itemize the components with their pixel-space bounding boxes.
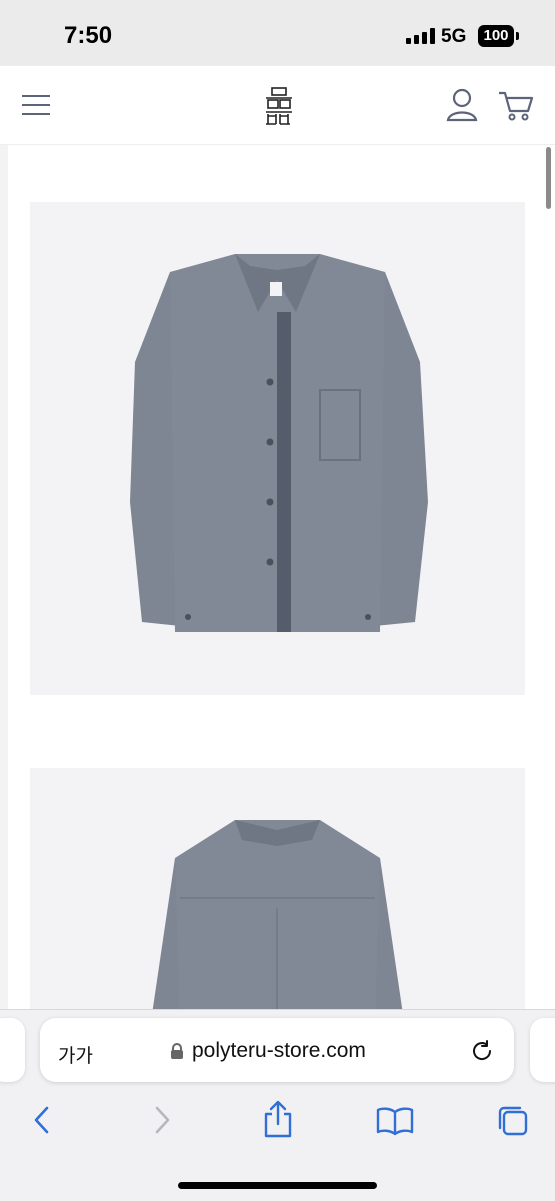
page-gutter xyxy=(0,145,8,1010)
share-icon[interactable] xyxy=(262,1100,294,1138)
status-time: 7:50 xyxy=(64,22,113,49)
shirt-back-illustration xyxy=(150,820,405,1028)
battery-icon: 100 xyxy=(478,25,514,47)
cart-icon[interactable] xyxy=(498,90,534,122)
status-bar: 7:50 5G 100 xyxy=(0,0,555,66)
user-icon[interactable] xyxy=(446,88,478,122)
forward-icon[interactable] xyxy=(150,1104,174,1136)
scrollbar[interactable] xyxy=(546,147,551,209)
previous-tab-peek[interactable] xyxy=(0,1018,25,1082)
network-type: 5G xyxy=(441,26,467,47)
lock-icon xyxy=(171,1043,183,1059)
hamburger-menu-icon[interactable] xyxy=(22,94,52,116)
cellular-signal-icon xyxy=(406,28,435,44)
back-icon[interactable] xyxy=(30,1104,54,1136)
address-bar[interactable]: 가가 polyteru-store.com xyxy=(40,1018,514,1082)
shirt-front-illustration xyxy=(130,254,428,632)
next-tab-peek[interactable] xyxy=(530,1018,555,1082)
product-image-front[interactable] xyxy=(30,202,525,695)
text-size-button[interactable]: 가가 xyxy=(58,1041,93,1068)
battery-level: 100 xyxy=(483,27,509,44)
product-image-back[interactable] xyxy=(30,768,525,1028)
battery-cap xyxy=(516,32,519,40)
site-header xyxy=(0,66,555,145)
reload-icon[interactable] xyxy=(470,1039,494,1063)
tabs-icon[interactable] xyxy=(496,1104,530,1138)
bookmarks-icon[interactable] xyxy=(376,1106,414,1136)
polyteru-logo[interactable] xyxy=(262,86,296,126)
home-indicator[interactable] xyxy=(178,1182,377,1189)
url-text[interactable]: polyteru-store.com xyxy=(192,1039,366,1063)
